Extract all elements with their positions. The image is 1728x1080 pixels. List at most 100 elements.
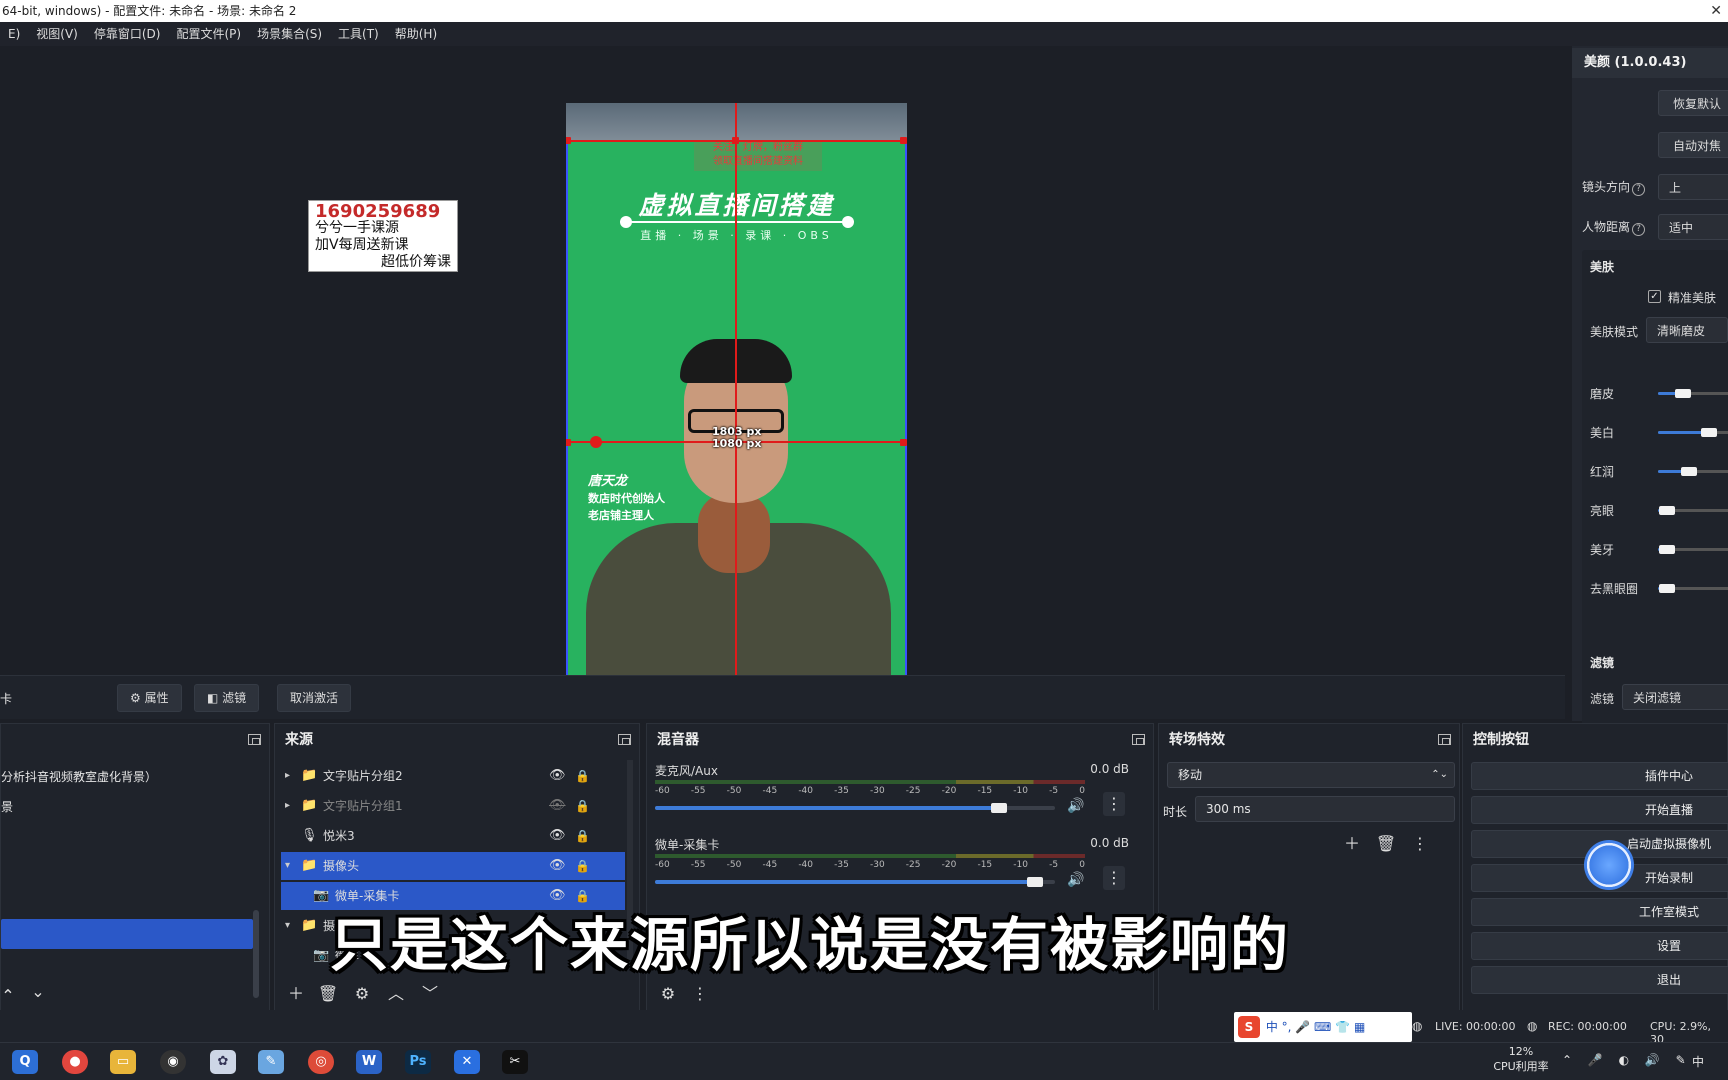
lock-icon[interactable]: 🔒	[575, 762, 590, 790]
filters-button[interactable]: ◧ 滤镜	[194, 684, 260, 712]
speaker-icon[interactable]: 🔊	[1067, 872, 1084, 888]
source-row[interactable]: ▸ 📁 文字贴片分组1 👁 🔒	[281, 792, 625, 820]
chevron-up-icon[interactable]: ︿	[383, 982, 409, 1006]
menu-scene-collection[interactable]: 场景集合(S)	[249, 22, 330, 46]
resize-handle-tl[interactable]	[566, 137, 571, 144]
recorder-app-icon[interactable]: ●	[62, 1050, 88, 1074]
help-icon[interactable]: ?	[1632, 183, 1646, 196]
expand-caret-icon[interactable]: ▸	[285, 762, 290, 790]
chevron-down-icon[interactable]: ⌄	[25, 980, 51, 1004]
advanced-audio-gear-icon[interactable]: ⚙	[655, 982, 681, 1006]
folder-icon[interactable]: ▭	[110, 1050, 136, 1074]
volume-knob[interactable]	[991, 803, 1007, 813]
expand-caret-icon[interactable]: ▾	[285, 852, 290, 880]
auto-focus-button[interactable]: 自动对焦	[1658, 132, 1728, 158]
visibility-eye-icon[interactable]: 👁	[549, 852, 566, 880]
chrome-icon[interactable]: ◎	[308, 1050, 334, 1074]
expand-caret-icon[interactable]: ▸	[285, 792, 290, 820]
menu-tools[interactable]: 工具(T)	[330, 22, 387, 46]
close-icon[interactable]: ✕	[1710, 0, 1722, 22]
ime-toolbar[interactable]: S 中 °, 🎤 ⌨ 👕 ▦	[1234, 1012, 1412, 1042]
resize-handle-t[interactable]	[732, 137, 739, 144]
trash-icon[interactable]: 🗑	[1373, 832, 1399, 856]
slider-knob[interactable]	[1658, 584, 1675, 593]
beauty-slider[interactable]	[1658, 506, 1728, 515]
precise-skin-checkbox[interactable]: ✓	[1648, 290, 1661, 303]
control-button[interactable]: 设置	[1471, 932, 1728, 960]
visibility-eye-icon[interactable]: 👁	[549, 762, 566, 790]
add-icon[interactable]: ＋	[1339, 832, 1365, 856]
chevron-up-icon[interactable]: ⌃	[0, 984, 21, 1008]
undock-icon[interactable]	[248, 734, 261, 745]
filter-select[interactable]: 关闭滤镜	[1622, 684, 1728, 710]
word-icon[interactable]: W	[356, 1050, 382, 1074]
slider-knob[interactable]	[1680, 467, 1697, 476]
resize-handle-r[interactable]	[900, 439, 907, 446]
undock-icon[interactable]	[1132, 734, 1145, 745]
ime-tools-icons[interactable]: °, 🎤 ⌨ 👕 ▦	[1282, 1020, 1366, 1034]
skin-mode-select[interactable]: 清晰磨皮	[1646, 317, 1728, 343]
control-button[interactable]: 开始直播	[1471, 796, 1728, 824]
resize-handle-l[interactable]	[566, 439, 571, 446]
person-distance-select[interactable]: 适中	[1658, 214, 1728, 240]
editor-app-icon[interactable]: ✕	[454, 1050, 480, 1074]
source-row[interactable]: ▸ 📁 文字贴片分组2 👁 🔒	[281, 762, 625, 790]
beauty-slider[interactable]	[1658, 545, 1728, 554]
transition-type-select[interactable]: 移动 ⌃⌄	[1167, 762, 1455, 788]
beauty-slider[interactable]	[1658, 428, 1728, 437]
menu-profile[interactable]: 配置文件(P)	[168, 22, 249, 46]
capcut-icon[interactable]: ✂	[502, 1050, 528, 1074]
lock-icon[interactable]: 🔒	[575, 852, 590, 880]
preview-area[interactable]: 1690259689 兮兮一手课源 加V每周送新课 超低价筹课 关注，灯牌，粉丝…	[0, 46, 1565, 716]
ime-language[interactable]: 中	[1266, 1020, 1278, 1034]
speaker-icon[interactable]: 🔊	[1067, 798, 1084, 814]
resize-handle-tr[interactable]	[900, 137, 907, 144]
trash-icon[interactable]: 🗑	[315, 982, 341, 1006]
expand-caret-icon[interactable]: ▾	[285, 912, 290, 940]
beauty-slider[interactable]	[1658, 584, 1728, 593]
deactivate-button[interactable]: 取消激活	[277, 684, 352, 712]
program-canvas[interactable]: 关注，灯牌，粉丝群 领取直播间搭建资料 虚拟直播间搭建 直播 · 场景 · 录课…	[566, 103, 907, 716]
visibility-eye-icon[interactable]: 👁	[549, 822, 566, 850]
slider-knob[interactable]	[1658, 506, 1675, 515]
help-icon[interactable]: ?	[1632, 223, 1646, 236]
gear-icon[interactable]: ⚙	[349, 982, 375, 1006]
chevron-down-icon[interactable]: ﹀	[417, 982, 443, 1006]
source-row[interactable]: ▾ 📁 摄像头 👁 🔒	[281, 852, 625, 880]
menu-edit[interactable]: E)	[0, 22, 28, 46]
volume-slider[interactable]	[655, 877, 1055, 887]
scene-item-1[interactable]: 分析抖音视频教室虚化背景）	[1, 768, 157, 785]
add-icon[interactable]: ＋	[283, 982, 309, 1006]
visibility-eye-icon[interactable]: 👁	[549, 792, 566, 820]
slider-knob[interactable]	[1701, 428, 1718, 437]
more-icon[interactable]: ⋮	[1407, 832, 1433, 856]
beauty-slider[interactable]	[1658, 389, 1728, 398]
volume-slider[interactable]	[655, 803, 1055, 813]
menu-help[interactable]: 帮助(H)	[387, 22, 445, 46]
settings-app-icon[interactable]: ✿	[210, 1050, 236, 1074]
notes-app-icon[interactable]: ✎	[258, 1050, 284, 1074]
more-icon[interactable]: ⋮	[687, 982, 713, 1006]
beauty-slider[interactable]	[1658, 467, 1728, 476]
tray-icons[interactable]: ⌃ 🎤 ◐ 🔊 ✎	[1562, 1053, 1692, 1067]
photoshop-icon[interactable]: Ps	[405, 1050, 431, 1074]
camera-direction-select[interactable]: 上	[1658, 174, 1728, 200]
control-button[interactable]: 退出	[1471, 966, 1728, 994]
reset-default-button[interactable]: 恢复默认	[1658, 90, 1728, 116]
slider-knob[interactable]	[1675, 389, 1692, 398]
properties-button[interactable]: ⚙ 属性	[117, 684, 182, 712]
menu-docks[interactable]: 停靠窗口(D)	[86, 22, 169, 46]
lock-icon[interactable]: 🔒	[575, 792, 590, 820]
search-icon[interactable]: Q	[12, 1050, 38, 1074]
volume-knob[interactable]	[1027, 877, 1043, 887]
more-icon[interactable]: ⋮	[1103, 866, 1125, 890]
control-button[interactable]: 工作室模式	[1471, 898, 1728, 926]
duration-input[interactable]: 300 ms	[1195, 796, 1455, 822]
scene-item-selected[interactable]	[1, 919, 253, 949]
slider-knob[interactable]	[1658, 545, 1675, 554]
more-icon[interactable]: ⋮	[1103, 792, 1125, 816]
menu-view[interactable]: 视图(V)	[28, 22, 86, 46]
lock-icon[interactable]: 🔒	[575, 822, 590, 850]
scene-item-2[interactable]: 景	[1, 798, 13, 815]
undock-icon[interactable]	[1438, 734, 1451, 745]
